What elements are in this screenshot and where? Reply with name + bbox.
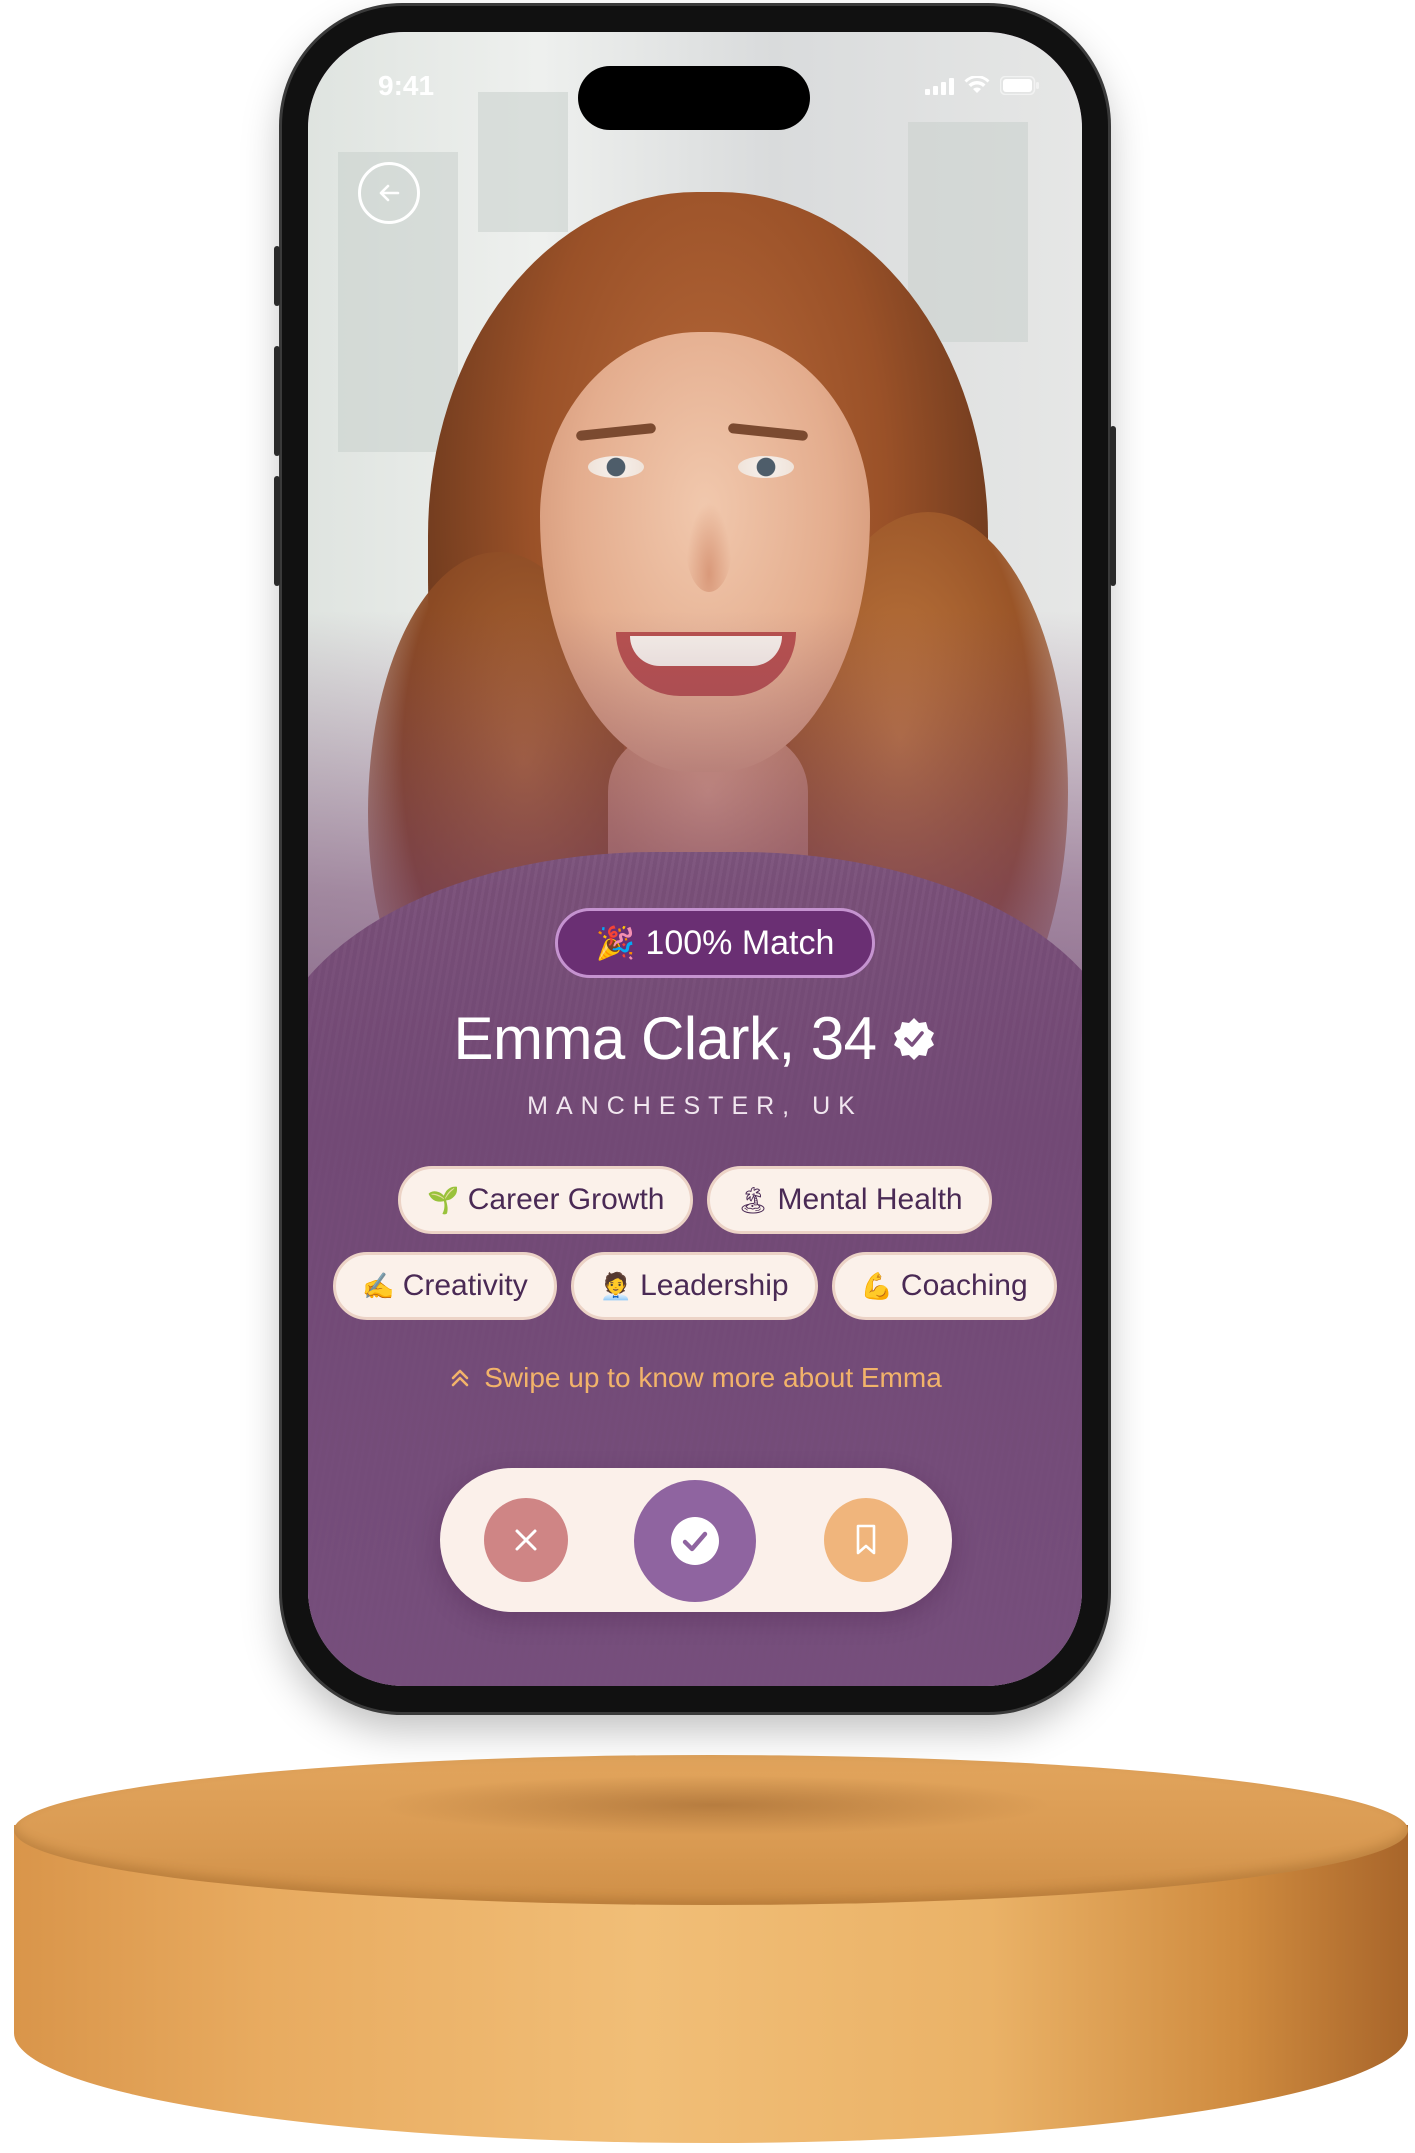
back-button[interactable] [358, 162, 420, 224]
check-icon [671, 1517, 719, 1565]
profile-photo[interactable] [308, 32, 1082, 1686]
seedling-icon: 🌱 [427, 1184, 460, 1215]
verified-badge-icon [893, 1017, 934, 1060]
party-popper-icon: 🎉 [595, 925, 636, 961]
bookmark-icon [856, 1524, 876, 1555]
tag-label: Leadership [640, 1269, 789, 1302]
swipe-hint-text: Swipe up to know more about Emma [484, 1362, 942, 1393]
tags-row-1: 🌱 Career Growth 🏝 Mental Health [308, 1166, 1082, 1234]
status-icons [925, 76, 1040, 95]
dynamic-island [578, 66, 810, 130]
phone-power-button [1110, 426, 1116, 586]
close-icon [515, 1529, 537, 1551]
double-chevron-up-icon [451, 1369, 469, 1387]
save-button[interactable] [824, 1498, 908, 1582]
tag-mental-health[interactable]: 🏝 Mental Health [707, 1166, 992, 1234]
mockup-stage: 9:41 🎉 100% Match Emma Clark, 34 MANCHES… [0, 0, 1415, 2153]
reject-button[interactable] [484, 1498, 568, 1582]
podium-shadow [374, 1775, 1054, 1835]
tag-label: Mental Health [777, 1183, 963, 1216]
cellular-signal-icon [925, 77, 954, 95]
flexed-biceps-icon: 💪 [860, 1270, 893, 1301]
match-badge: 🎉 100% Match [555, 908, 875, 978]
phone-volume-up-button [274, 346, 280, 456]
podium [14, 1755, 1408, 2143]
phone-frame: 9:41 🎉 100% Match Emma Clark, 34 MANCHES… [274, 6, 1116, 1712]
tags-row-2: ✍ Creativity 🧑‍💼 Leadership 💪 Coaching [308, 1252, 1082, 1320]
writing-hand-icon: ✍ [362, 1270, 395, 1301]
photo-gradient-overlay [308, 32, 1082, 1686]
wifi-icon [964, 76, 990, 95]
tag-leadership[interactable]: 🧑‍💼 Leadership [570, 1252, 818, 1320]
arrow-left-icon [379, 184, 400, 202]
phone-volume-down-button [274, 476, 280, 586]
match-label: 100% Match [645, 923, 835, 962]
tag-label: Coaching [900, 1269, 1028, 1302]
island-icon: 🏝 [736, 1184, 770, 1215]
swipe-up-hint[interactable]: Swipe up to know more about Emma [308, 1362, 1082, 1394]
profile-name: Emma Clark, 34 [453, 1005, 877, 1072]
profile-location: MANCHESTER, UK [527, 1092, 863, 1120]
tag-career-growth[interactable]: 🌱 Career Growth [398, 1166, 694, 1234]
profile-name-row: Emma Clark, 34 [308, 1004, 1082, 1073]
action-bar [440, 1468, 952, 1612]
app-screen: 9:41 🎉 100% Match Emma Clark, 34 MANCHES… [308, 32, 1082, 1686]
office-worker-icon: 🧑‍💼 [599, 1270, 633, 1301]
tag-creativity[interactable]: ✍ Creativity [333, 1252, 557, 1320]
phone-action-button [274, 246, 280, 306]
tag-label: Career Growth [467, 1183, 665, 1216]
battery-icon [1000, 76, 1040, 95]
accept-button[interactable] [634, 1480, 756, 1602]
status-time: 9:41 [378, 70, 435, 101]
tag-coaching[interactable]: 💪 Coaching [831, 1252, 1057, 1320]
tag-label: Creativity [402, 1269, 528, 1302]
